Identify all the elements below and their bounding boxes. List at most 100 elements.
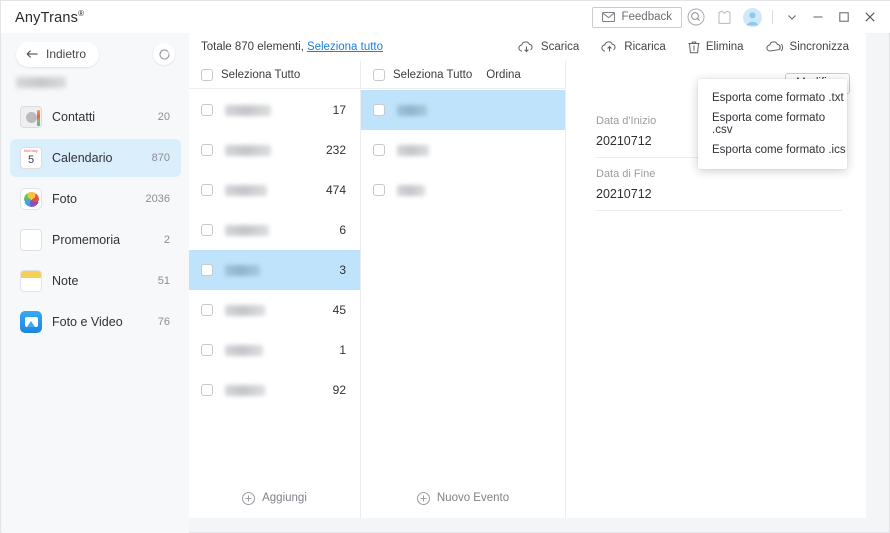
right-gutter: [866, 61, 888, 518]
new-event-label: Nuovo Evento: [436, 492, 510, 504]
row-checkbox[interactable]: [373, 184, 385, 196]
row-name-blurred: [225, 384, 265, 396]
row-name-blurred: [397, 144, 429, 156]
sidebar-item-foto[interactable]: Foto 2036: [10, 180, 181, 218]
table-row[interactable]: 474: [189, 170, 360, 210]
row-name-blurred: [397, 184, 425, 196]
back-button[interactable]: Indietro: [16, 41, 100, 67]
sidebar-item-foto-e-video[interactable]: Foto e Video 76: [10, 303, 181, 341]
calendar-list-header: Seleziona Tutto: [189, 61, 360, 89]
row-checkbox[interactable]: [373, 104, 385, 116]
sidebar-item-label: Foto e Video: [52, 315, 123, 329]
select-all-checkbox[interactable]: [373, 68, 385, 81]
content-toolbar: Totale 870 elementi, Seleziona tutto Sca…: [189, 33, 866, 61]
feedback-button[interactable]: Feedback: [592, 6, 682, 28]
shirt-icon[interactable]: [710, 1, 738, 33]
sidebar-item-calendario[interactable]: Monday 5 Calendario 870: [10, 139, 181, 177]
toolbar-actions: Scarica Ricarica Elimina Sincronizza: [507, 33, 866, 61]
sidebar-item-promemoria[interactable]: Promemoria 2: [10, 221, 181, 259]
sidebar-item-note[interactable]: Note 51: [10, 262, 181, 300]
row-count: 232: [325, 143, 346, 157]
row-checkbox[interactable]: [201, 264, 213, 276]
select-all-label: Seleziona Tutto: [221, 68, 301, 81]
row-checkbox[interactable]: [201, 144, 213, 156]
table-row[interactable]: 45: [189, 290, 360, 330]
sync-label: Sincronizza: [789, 41, 849, 53]
sort-button[interactable]: Ordina: [486, 69, 521, 81]
chevron-down-icon[interactable]: [779, 1, 805, 33]
sidebar-item-label: Foto: [52, 192, 78, 206]
select-all-checkbox[interactable]: [201, 68, 213, 81]
photos-videos-icon: [20, 311, 42, 333]
sidebar-item-count: 51: [157, 275, 170, 287]
upload-button[interactable]: Ricarica: [590, 33, 677, 61]
sidebar-top: Indietro: [2, 33, 189, 75]
menu-item-export-csv[interactable]: Esporta come formato .csv: [698, 111, 847, 137]
plus-circle-icon: [242, 491, 256, 505]
sidebar-item-contatti[interactable]: Contatti 20: [10, 98, 181, 136]
row-checkbox[interactable]: [201, 344, 213, 356]
anytrans-window: AnyTrans® Feedback Indietro Contatti 20 …: [0, 0, 890, 533]
event-list-header: Seleziona Tutto Ordina: [361, 61, 565, 89]
sidebar-items: Contatti 20 Monday 5 Calendario 870 Foto…: [2, 98, 189, 341]
registered-mark: ®: [78, 8, 85, 18]
list-item[interactable]: [361, 130, 565, 170]
calendar-rows: 17 232 474 6 3 45 1 92: [189, 90, 360, 478]
row-name-blurred: [225, 224, 269, 236]
download-label: Scarica: [540, 41, 580, 53]
event-rows: [361, 90, 565, 478]
table-row[interactable]: 1: [189, 330, 360, 370]
add-calendar-label: Aggiungi: [262, 492, 307, 504]
row-count: 45: [332, 303, 346, 317]
calendar-icon: Monday 5: [20, 147, 42, 169]
row-name-blurred: [225, 144, 271, 156]
close-button[interactable]: [857, 1, 883, 33]
table-row[interactable]: 3: [189, 250, 360, 290]
table-row[interactable]: 92: [189, 370, 360, 410]
table-row[interactable]: 6: [189, 210, 360, 250]
row-checkbox[interactable]: [201, 304, 213, 316]
sync-icon: [766, 41, 784, 53]
table-row[interactable]: 232: [189, 130, 360, 170]
row-name-blurred: [225, 104, 271, 116]
refresh-icon[interactable]: [153, 43, 175, 65]
row-checkbox[interactable]: [201, 384, 213, 396]
row-checkbox[interactable]: [201, 184, 213, 196]
row-count: 474: [325, 183, 346, 197]
maximize-button[interactable]: [831, 1, 857, 33]
export-context-menu: Esporta come formato .txt Esporta come f…: [698, 79, 847, 169]
envelope-icon: [602, 12, 616, 22]
delete-button[interactable]: Elimina: [677, 33, 755, 61]
table-row[interactable]: 17: [189, 90, 360, 130]
download-button[interactable]: Scarica: [507, 33, 590, 61]
calendar-day: 5: [27, 154, 35, 166]
menu-item-export-ics[interactable]: Esporta come formato .ics: [698, 137, 847, 163]
delete-label: Elimina: [705, 41, 744, 53]
title-bar: AnyTrans® Feedback: [1, 1, 890, 33]
new-event-button[interactable]: Nuovo Evento: [361, 478, 565, 518]
row-checkbox[interactable]: [201, 104, 213, 116]
avatar[interactable]: [738, 1, 766, 33]
list-item[interactable]: [361, 90, 565, 130]
select-all-link[interactable]: Seleziona tutto: [307, 41, 383, 53]
menu-item-export-txt[interactable]: Esporta come formato .txt: [698, 85, 847, 111]
sidebar-item-count: 20: [157, 111, 170, 123]
back-label: Indietro: [46, 47, 87, 61]
device-name-blurred: [16, 77, 66, 88]
minimize-button[interactable]: [805, 1, 831, 33]
row-checkbox[interactable]: [201, 224, 213, 236]
download-icon: [518, 41, 535, 53]
row-name-blurred: [225, 184, 267, 196]
search-icon[interactable]: [682, 1, 710, 33]
event-list-panel: Seleziona Tutto Ordina Nuovo Evento: [361, 61, 566, 518]
add-calendar-button[interactable]: Aggiungi: [189, 478, 360, 518]
app-title-text: AnyTrans: [15, 9, 79, 26]
reminders-icon: [20, 229, 42, 251]
sidebar-item-count: 76: [157, 316, 170, 328]
list-item[interactable]: [361, 170, 565, 210]
total-items-label: Totale 870 elementi,: [201, 41, 304, 53]
sync-button[interactable]: Sincronizza: [755, 33, 860, 61]
upload-icon: [601, 41, 618, 53]
row-checkbox[interactable]: [373, 144, 385, 156]
upload-label: Ricarica: [624, 41, 666, 53]
